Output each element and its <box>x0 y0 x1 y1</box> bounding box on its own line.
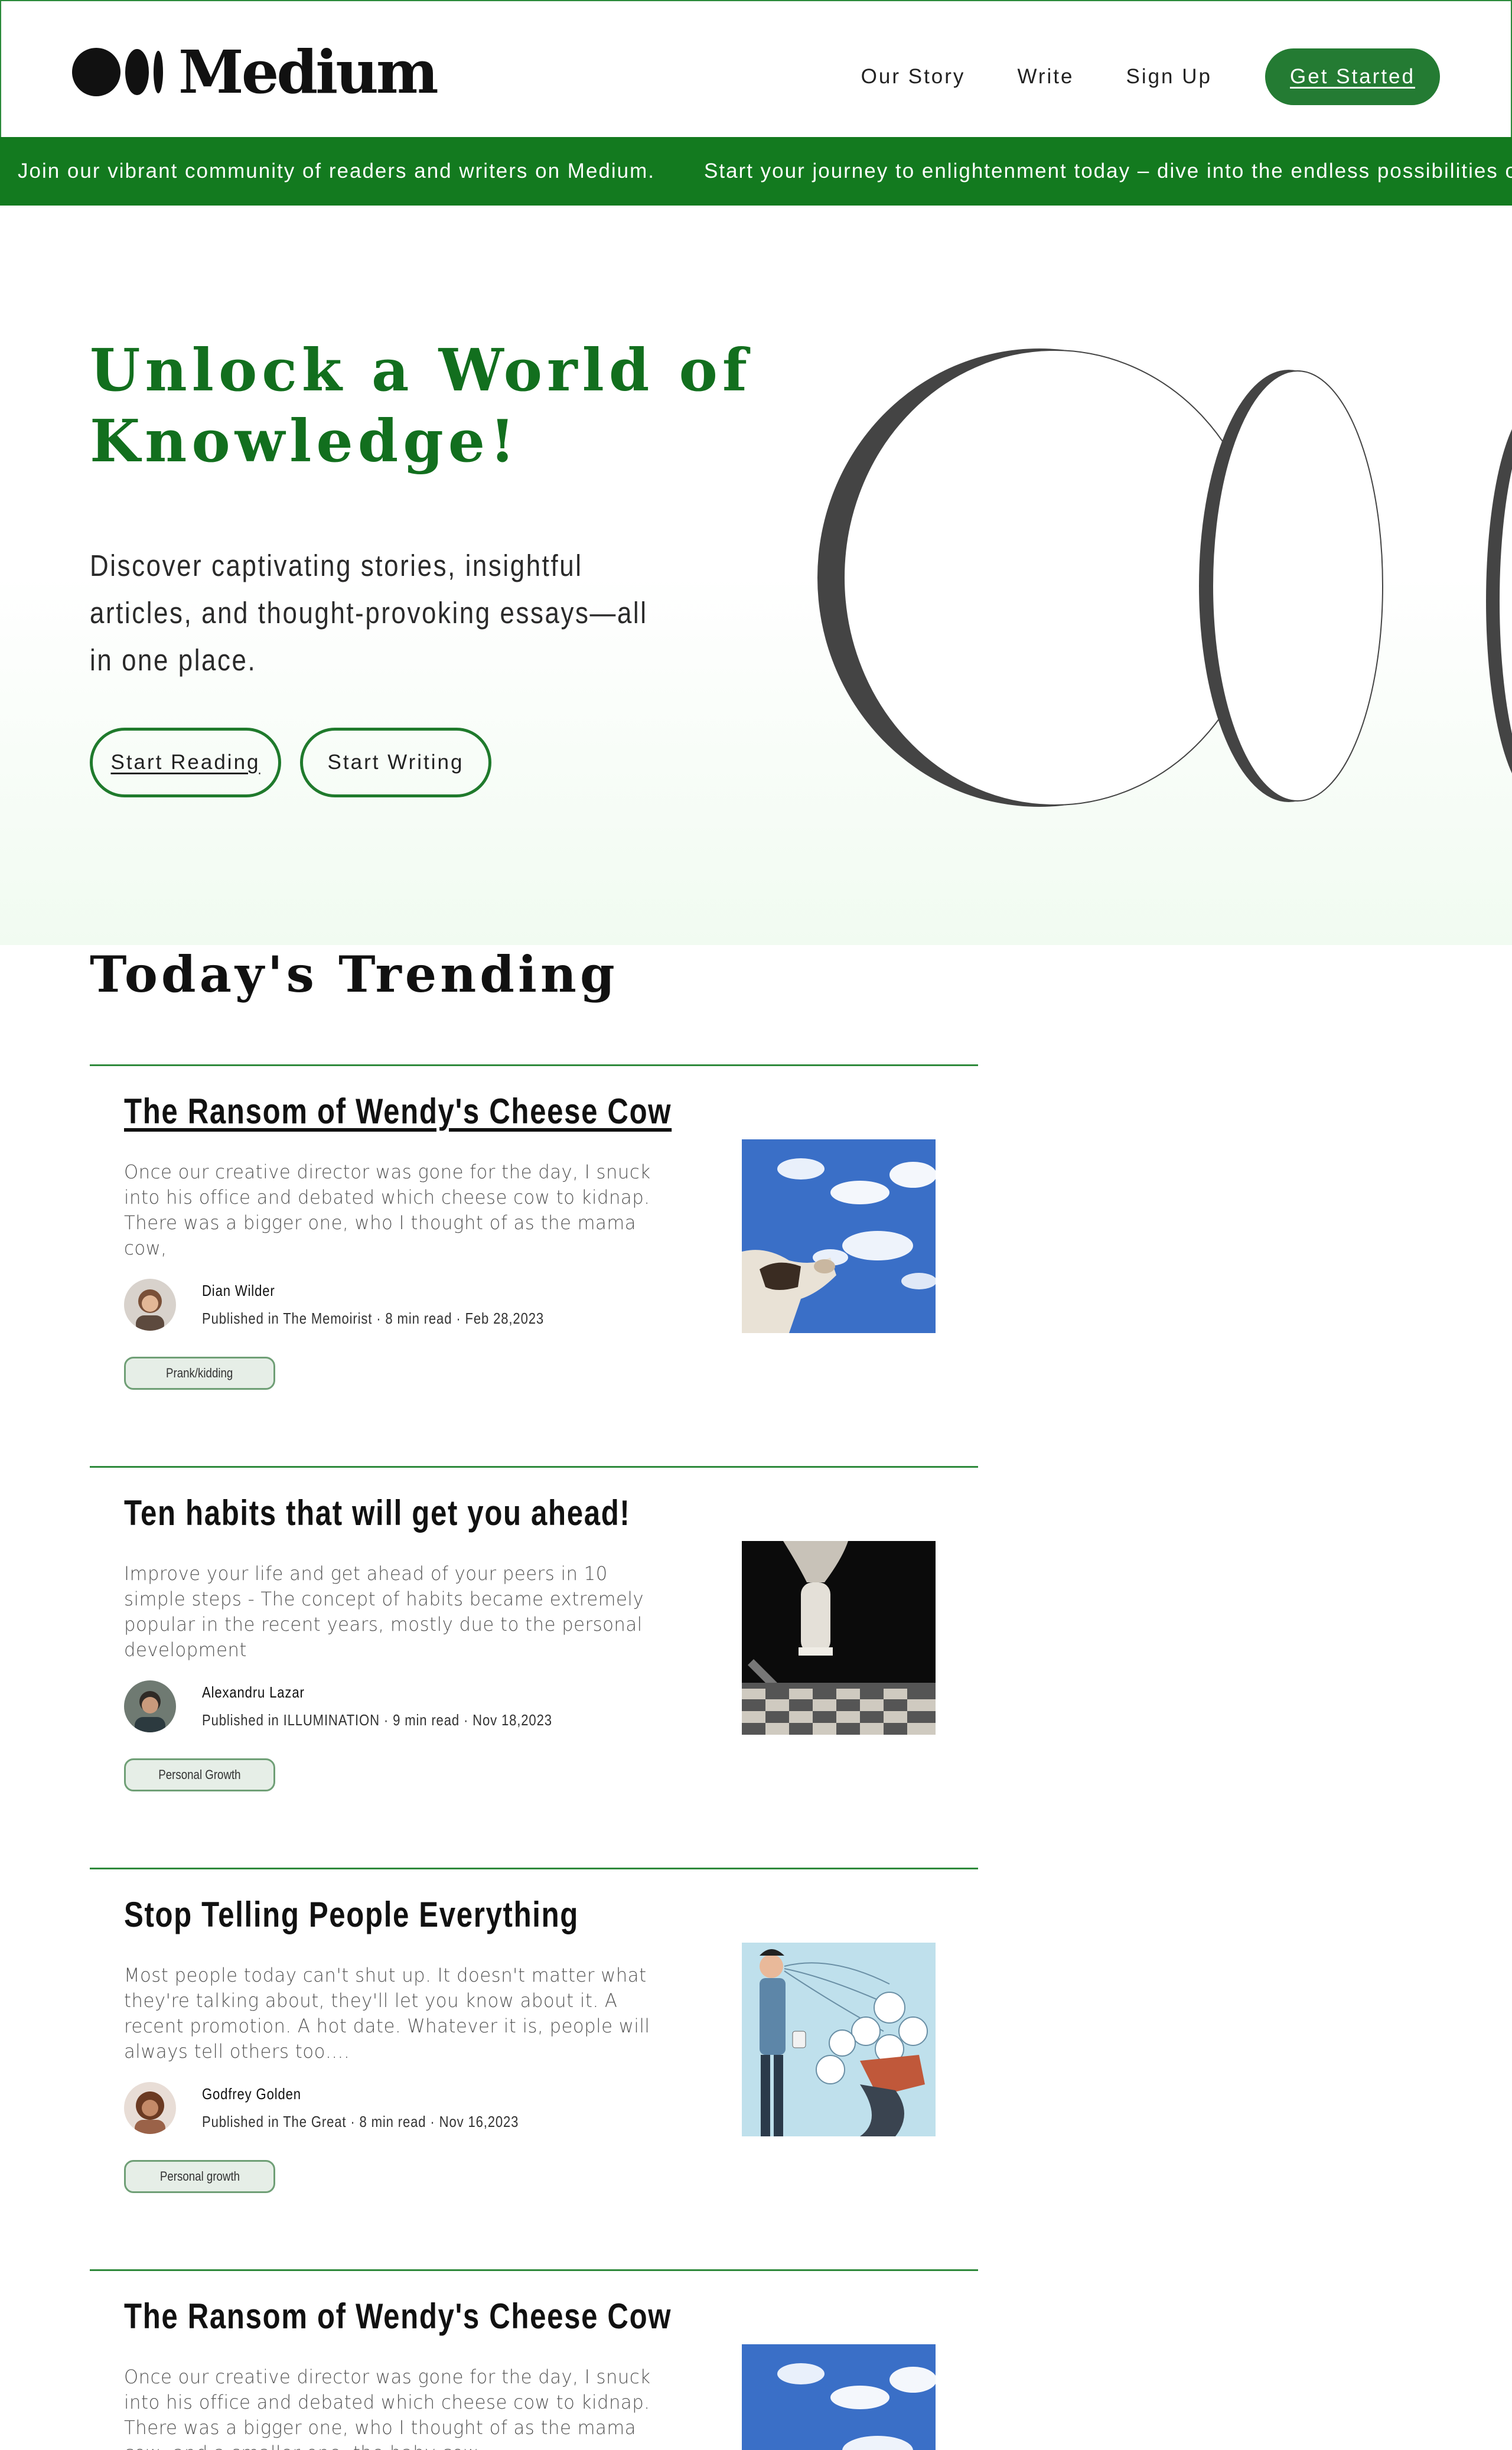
article-title[interactable]: The Ransom of Wendy's Cheese Cow <box>124 1091 672 1132</box>
medium-logo-icon <box>72 48 163 96</box>
start-writing-button[interactable]: Start Writing <box>300 728 491 797</box>
cow-sky-image[interactable] <box>742 2344 936 2450</box>
topic-tag-label: Prank/kidding <box>166 1366 233 1380</box>
article-excerpt: Most people today can't shut up. It does… <box>124 1964 650 2063</box>
article-meta: Published in The Memoirist · 8 min read … <box>202 1309 544 1327</box>
author-row: Godfrey Golden Published in The Great · … <box>124 2082 575 2134</box>
author-row: Alexandru Lazar Published in ILLUMINATIO… <box>124 1680 614 1732</box>
logo-wordmark: Medium <box>178 37 439 107</box>
article-card: The Ransom of Wendy's Cheese Cow Once ou… <box>90 2269 978 2450</box>
top-nav: Our Story Write Sign Up Get Started <box>861 48 1440 105</box>
author-name[interactable]: Alexandru Lazar <box>202 1683 552 1702</box>
top-header: Medium Our Story Write Sign Up Get Start… <box>0 0 1512 137</box>
ticker-message: Join our vibrant community of readers an… <box>18 159 656 183</box>
topic-tag[interactable]: Prank/kidding <box>124 1357 275 1390</box>
article-excerpt: Improve your life and get ahead of your … <box>124 1562 644 1661</box>
trending-heading: Today's Trending <box>90 945 618 1004</box>
article-card: Stop Telling People Everything Most peop… <box>90 1868 978 2269</box>
topic-tag-label: Personal growth <box>159 2169 240 2184</box>
cow-sky-image[interactable] <box>742 1139 936 1333</box>
topic-tag[interactable]: Personal Growth <box>124 1758 275 1791</box>
article-meta: Published in The Great · 8 min read · No… <box>202 2113 519 2130</box>
announcement-ticker: Join our vibrant community of readers an… <box>0 137 1512 206</box>
article-excerpt: Once our creative director was gone for … <box>124 2366 651 2450</box>
start-reading-button[interactable]: Start Reading <box>90 728 281 797</box>
author-name[interactable]: Dian Wilder <box>202 1282 544 1300</box>
hero-title: Unlock a World of Knowledge! <box>90 337 752 475</box>
chess-image[interactable] <box>742 1541 936 1735</box>
article-excerpt: Once our creative director was gone for … <box>124 1161 651 1259</box>
topic-tag-label: Personal Growth <box>158 1767 241 1782</box>
topic-tag[interactable]: Personal growth <box>124 2160 275 2193</box>
article-title[interactable]: The Ransom of Wendy's Cheese Cow <box>124 2296 672 2337</box>
medium-logo[interactable]: Medium <box>72 37 439 107</box>
article-title[interactable]: Ten habits that will get you ahead! <box>124 1493 630 1533</box>
nav-write[interactable]: Write <box>1017 65 1074 89</box>
article-meta: Published in ILLUMINATION · 9 min read ·… <box>202 1711 552 1729</box>
nav-our-story[interactable]: Our Story <box>861 65 966 89</box>
medium-logo-outline-art <box>817 348 1512 807</box>
author-row: Dian Wilder Published in The Memoirist ·… <box>124 1279 604 1331</box>
speech-bubbles-illustration[interactable] <box>742 1943 936 2136</box>
hero-subtitle: Discover captivating stories, insightful… <box>90 549 648 677</box>
author-avatar[interactable] <box>124 1680 176 1732</box>
article-card: The Ransom of Wendy's Cheese Cow Once ou… <box>90 1064 978 1466</box>
author-avatar[interactable] <box>124 2082 176 2134</box>
article-title[interactable]: Stop Telling People Everything <box>124 1894 579 1935</box>
hero-section: Unlock a World of Knowledge! Discover ca… <box>0 206 1512 945</box>
author-avatar[interactable] <box>124 1279 176 1331</box>
nav-sign-up[interactable]: Sign Up <box>1126 65 1212 89</box>
article-card: Ten habits that will get you ahead! Impr… <box>90 1466 978 1868</box>
ticker-message: Start your journey to enlightenment toda… <box>704 159 1512 183</box>
author-name[interactable]: Godfrey Golden <box>202 2085 519 2103</box>
get-started-button[interactable]: Get Started <box>1265 48 1440 105</box>
